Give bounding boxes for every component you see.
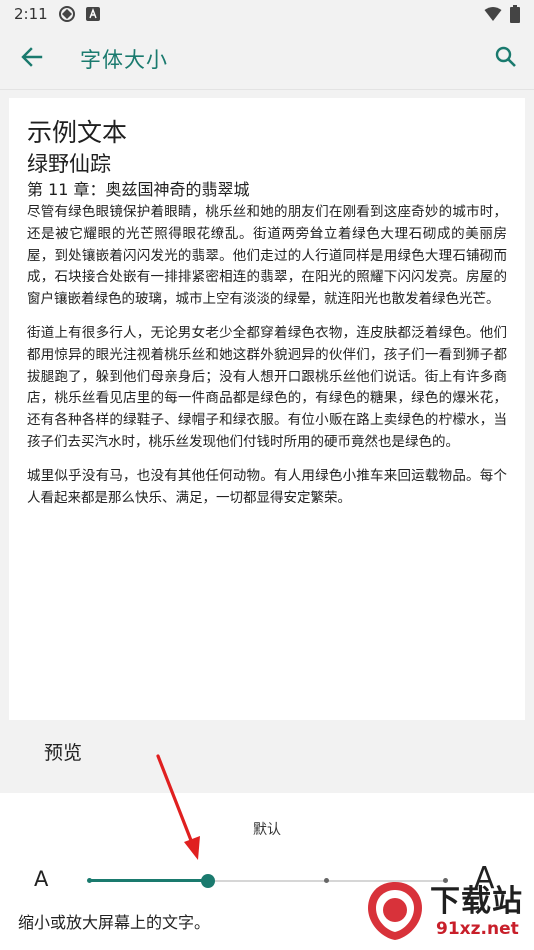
preview-card: 示例文本 绿野仙踪 第 11 章：奥兹国神奇的翡翠城 尽管有绿色眼镜保护着眼睛，…	[9, 98, 525, 720]
a-badge-icon	[85, 7, 100, 21]
battery-icon	[510, 5, 520, 23]
wifi-icon	[484, 6, 502, 22]
watermark-logo-icon	[368, 882, 422, 940]
back-button[interactable]	[0, 28, 64, 90]
app-bar: 字体大小	[0, 28, 534, 90]
status-time: 2:11	[14, 5, 48, 23]
preview-subheading: 绿野仙踪	[27, 152, 111, 176]
font-size-hint: 缩小或放大屏幕上的文字。	[18, 913, 211, 932]
preview-paragraph: 街道上有很多行人，无论男女老少全都穿着绿色衣物，连皮肤都泛着绿色。他们都用惊异的…	[27, 324, 507, 450]
slider-tick[interactable]	[86, 878, 92, 883]
status-bar: 2:11	[0, 0, 534, 28]
search-button[interactable]	[478, 28, 534, 90]
current-size-label: 默认	[253, 822, 281, 838]
vpn-icon	[58, 5, 76, 23]
preview-paragraph: 城里似乎没有马，也没有其他任何动物。有人用绿色小推车来回运载物品。每个人看起来都…	[27, 467, 507, 506]
preview-label: 预览	[44, 742, 83, 764]
watermark: 下载站 91xz.net	[358, 872, 534, 950]
slider-tick[interactable]	[323, 878, 329, 883]
small-size-label: A	[34, 867, 49, 891]
watermark-url: 91xz.net	[436, 919, 519, 939]
arrow-left-icon	[21, 46, 43, 72]
page-title: 字体大小	[80, 47, 168, 72]
watermark-title: 下载站	[430, 884, 523, 919]
preview-paragraph: 尽管有绿色眼镜保护着眼睛，桃乐丝和她的朋友们在刚看到这座奇妙的城市时，还是被它耀…	[27, 204, 507, 308]
preview-heading: 示例文本	[27, 118, 128, 147]
slider-thumb[interactable]	[200, 874, 215, 888]
search-icon	[495, 46, 517, 72]
preview-chapter: 第 11 章：奥兹国神奇的翡翠城	[27, 180, 250, 199]
slider-track-fill	[89, 879, 208, 882]
